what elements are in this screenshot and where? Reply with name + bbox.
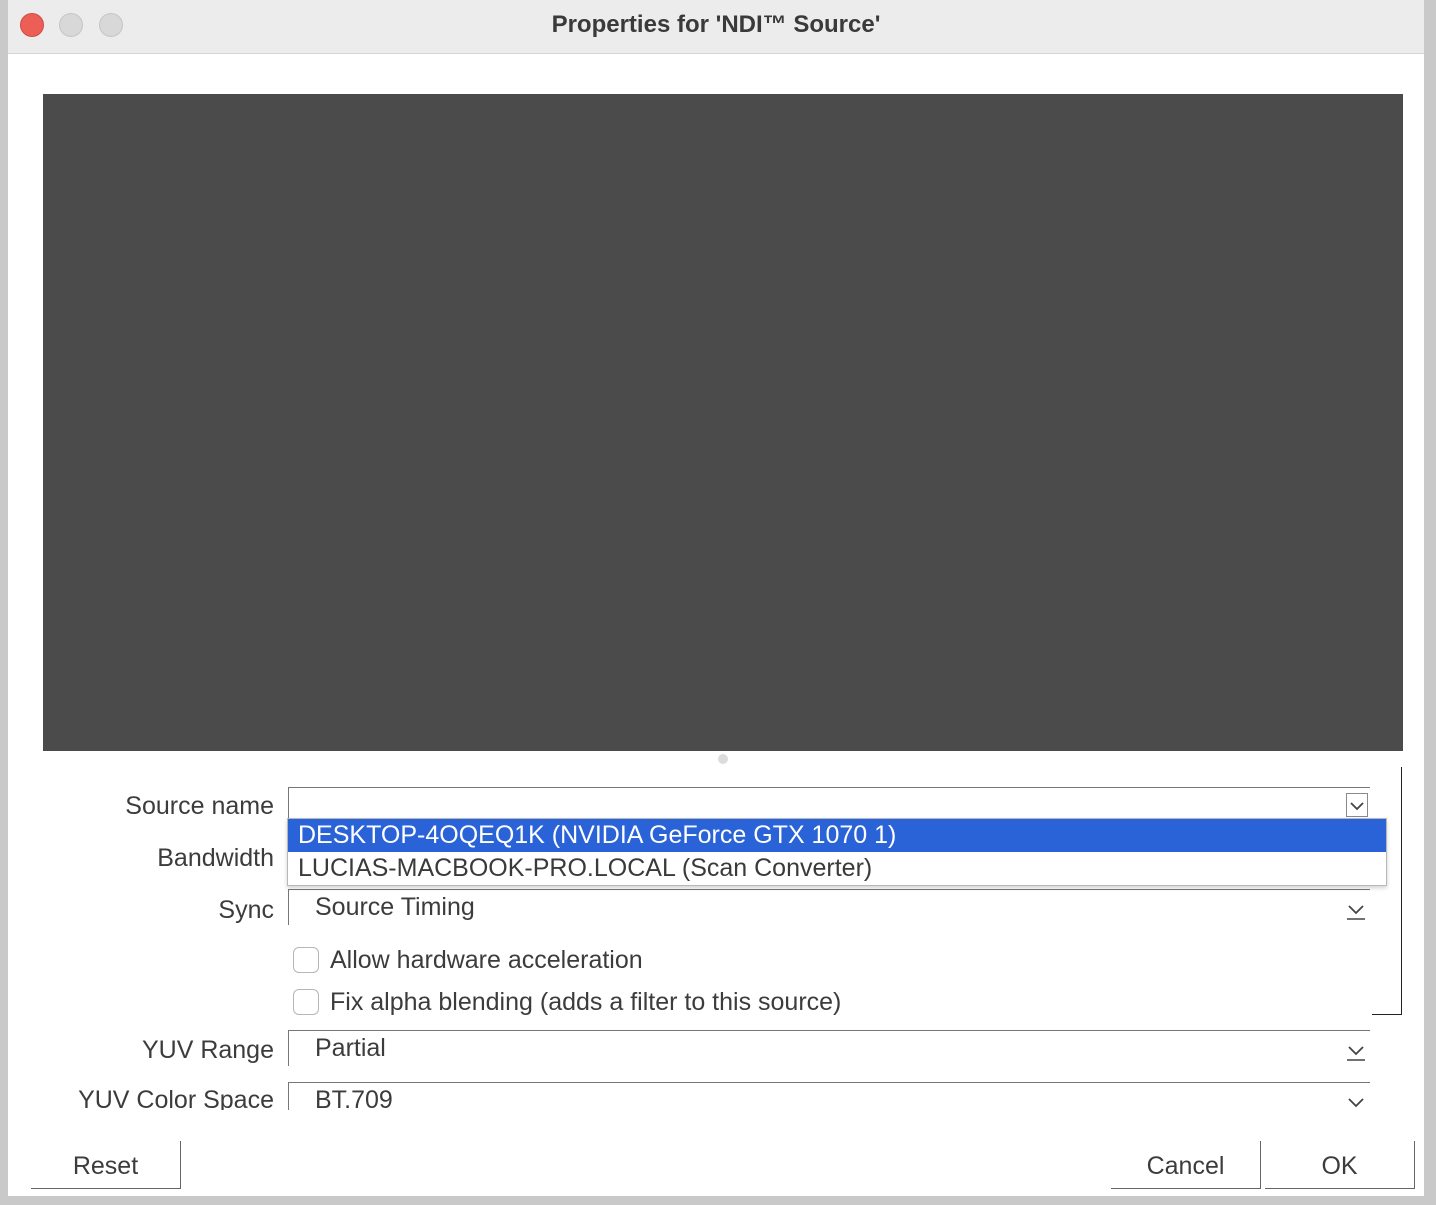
yuv-range-label: YUV Range xyxy=(141,1036,274,1064)
chevron-down-icon[interactable] xyxy=(1346,1090,1366,1110)
clipped-row: YUV Color Space BT.709 xyxy=(8,1078,1424,1110)
source-preview xyxy=(43,94,1403,751)
properties-scroll-edge-foot xyxy=(1372,1014,1402,1015)
fix-alpha-checkbox[interactable] xyxy=(293,989,319,1015)
chevron-down-icon[interactable] xyxy=(1346,793,1368,817)
chevron-down-icon[interactable] xyxy=(1346,897,1366,923)
dropdown-option-selected[interactable]: DESKTOP-4OQEQ1K (NVIDIA GeForce GTX 1070… xyxy=(288,819,1386,852)
yuv-color-space-label: YUV Color Space xyxy=(78,1086,274,1110)
bandwidth-label: Bandwidth xyxy=(157,844,274,872)
window-title: Properties for 'NDI™ Source' xyxy=(551,11,881,38)
yuv-range-value: Partial xyxy=(315,1034,386,1062)
fix-alpha-label[interactable]: Fix alpha blending (adds a filter to thi… xyxy=(330,988,841,1017)
splitter-handle[interactable] xyxy=(718,754,728,764)
yuv-color-space-combo[interactable]: BT.709 xyxy=(288,1082,1370,1110)
yuv-color-space-value: BT.709 xyxy=(315,1086,393,1110)
title-bar: Properties for 'NDI™ Source' xyxy=(8,0,1424,54)
sync-value: Source Timing xyxy=(315,893,475,921)
allow-hw-accel-checkbox[interactable] xyxy=(293,947,319,973)
sync-combo[interactable]: Source Timing xyxy=(288,889,1370,925)
dropdown-option[interactable]: LUCIAS-MACBOOK-PRO.LOCAL (Scan Converter… xyxy=(288,852,1386,885)
allow-hw-accel-label[interactable]: Allow hardware acceleration xyxy=(330,946,643,975)
yuv-range-combo[interactable]: Partial xyxy=(288,1030,1370,1066)
properties-window: Properties for 'NDI™ Source' Source name… xyxy=(8,0,1424,1196)
ok-button[interactable]: OK xyxy=(1265,1141,1415,1189)
source-name-label: Source name xyxy=(125,792,274,820)
properties-scroll-edge xyxy=(1401,767,1402,1015)
source-name-dropdown-list: DESKTOP-4OQEQ1K (NVIDIA GeForce GTX 1070… xyxy=(287,818,1387,886)
sync-label: Sync xyxy=(218,896,274,924)
chevron-down-icon[interactable] xyxy=(1346,1038,1366,1064)
cancel-button[interactable]: Cancel xyxy=(1111,1141,1261,1189)
reset-button[interactable]: Reset xyxy=(31,1141,181,1189)
